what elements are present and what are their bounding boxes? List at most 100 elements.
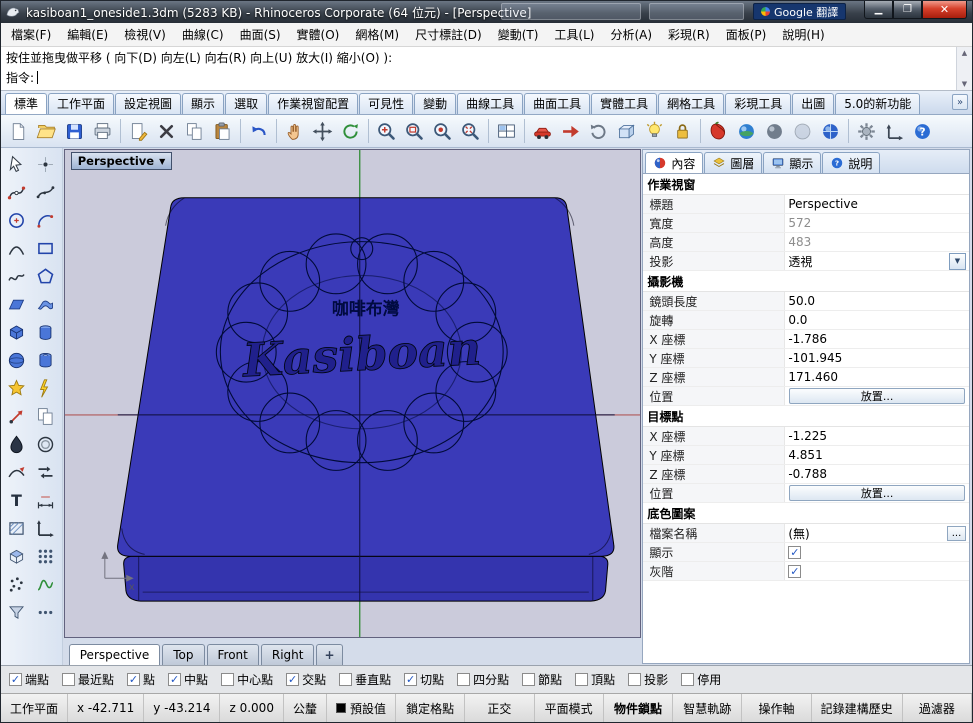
print-button[interactable] <box>89 118 116 145</box>
prop-text-field[interactable]: (無) <box>788 525 945 542</box>
open-file-button[interactable] <box>33 118 60 145</box>
shade-mode-button[interactable] <box>761 118 788 145</box>
polygon-button[interactable] <box>31 262 60 290</box>
dimension-button[interactable] <box>31 486 60 514</box>
rectangle-button[interactable] <box>31 234 60 262</box>
panel-tab-properties[interactable]: 內容 <box>645 152 704 173</box>
circle-center-button[interactable] <box>2 206 31 234</box>
conic-button[interactable] <box>2 234 31 262</box>
menu-item-2[interactable]: 檢視(V) <box>116 24 174 45</box>
menu-item-7[interactable]: 尺寸標註(D) <box>407 24 490 45</box>
select-button[interactable] <box>2 150 31 178</box>
delete-button[interactable] <box>153 118 180 145</box>
text-object-button[interactable]: T <box>2 486 31 514</box>
save-button[interactable] <box>61 118 88 145</box>
status-segment-2[interactable]: y -43.214 <box>144 694 221 722</box>
toolbar-tab-12[interactable]: 彩現工具 <box>725 93 792 114</box>
status-segment-10[interactable]: 智慧軌跡 <box>673 694 743 722</box>
osnap-節點[interactable]: 節點 <box>522 671 562 688</box>
curve-control-points-button[interactable] <box>2 178 31 206</box>
osnap-切點[interactable]: ✓ 切點 <box>404 671 444 688</box>
solid-tube-button[interactable] <box>31 346 60 374</box>
move-view-button[interactable] <box>309 118 336 145</box>
osnap-頂點[interactable]: 頂點 <box>575 671 615 688</box>
arc-center-button[interactable] <box>31 206 60 234</box>
osnap-checkbox[interactable] <box>522 673 536 686</box>
curve-interpolate-button[interactable] <box>31 178 60 206</box>
extract-isocurve-button[interactable] <box>2 458 31 486</box>
prop-text-field[interactable]: Perspective <box>788 197 966 211</box>
single-point-button[interactable] <box>31 150 60 178</box>
menu-item-10[interactable]: 分析(A) <box>602 24 660 45</box>
move-button[interactable] <box>2 402 31 430</box>
command-area[interactable]: 按住並拖曳做平移 ( 向下(D) 向左(L) 向右(R) 向上(U) 放大(I)… <box>1 47 972 91</box>
status-segment-6[interactable]: 鎖定格點 <box>396 694 466 722</box>
osnap-checkbox[interactable]: ✓ <box>9 673 22 686</box>
filter-button[interactable] <box>2 598 31 626</box>
status-segment-11[interactable]: 操作軸 <box>742 694 812 722</box>
osnap-checkbox[interactable] <box>62 673 76 686</box>
options-button[interactable] <box>853 118 880 145</box>
osnap-中點[interactable]: ✓ 中點 <box>168 671 208 688</box>
prop-text-field[interactable]: 171.460 <box>788 370 966 384</box>
set-view-button[interactable] <box>557 118 584 145</box>
panel-tab-display[interactable]: 顯示 <box>763 152 822 173</box>
prop-checkbox[interactable]: ✓ <box>788 564 802 578</box>
menu-item-12[interactable]: 面板(P) <box>718 24 775 45</box>
render-button[interactable] <box>705 118 732 145</box>
render-preview-button[interactable] <box>733 118 760 145</box>
menu-item-8[interactable]: 變動(T) <box>490 24 547 45</box>
menu-item-4[interactable]: 曲面(S) <box>232 24 289 45</box>
toolbar-tab-4[interactable]: 選取 <box>225 93 268 114</box>
fillet-button[interactable] <box>2 374 31 402</box>
explode-button[interactable] <box>31 374 60 402</box>
lock-button[interactable] <box>669 118 696 145</box>
osnap-checkbox[interactable] <box>575 673 589 686</box>
solid-box-button[interactable] <box>2 318 31 346</box>
new-file-button[interactable] <box>5 118 32 145</box>
block-insert-button[interactable] <box>2 542 31 570</box>
toolbar-tab-2[interactable]: 設定視圖 <box>115 93 182 114</box>
viewport-tab-front[interactable]: Front <box>206 644 259 665</box>
pan-button[interactable] <box>281 118 308 145</box>
named-views-button[interactable] <box>529 118 556 145</box>
osnap-checkbox[interactable] <box>221 673 235 686</box>
zoom-dynamic-button[interactable] <box>373 118 400 145</box>
place-button[interactable]: 放置... <box>789 485 965 501</box>
array-button[interactable] <box>31 542 60 570</box>
edit-page-button[interactable] <box>125 118 152 145</box>
new-viewport-tab-button[interactable]: + <box>316 644 343 665</box>
ghosted-mode-button[interactable] <box>789 118 816 145</box>
zoom-selected-button[interactable] <box>429 118 456 145</box>
menu-item-5[interactable]: 實體(O) <box>289 24 348 45</box>
scroll-down-icon[interactable]: ▼ <box>962 80 967 88</box>
prop-text-field[interactable]: 572 <box>788 216 966 230</box>
prop-text-field[interactable]: -1.786 <box>788 332 966 346</box>
copy-button[interactable] <box>31 402 60 430</box>
zoom-extents-button[interactable] <box>457 118 484 145</box>
tab-overflow-button[interactable]: » <box>952 94 968 110</box>
cplane-axes-button[interactable] <box>31 514 60 542</box>
solid-sphere-button[interactable] <box>2 346 31 374</box>
osnap-checkbox[interactable]: ✓ <box>168 673 182 686</box>
panel-tab-layers[interactable]: 圖層 <box>704 152 763 173</box>
menu-item-0[interactable]: 檔案(F) <box>3 24 59 45</box>
status-segment-1[interactable]: x -42.711 <box>68 694 145 722</box>
copy-button[interactable] <box>181 118 208 145</box>
prop-text-field[interactable]: -0.788 <box>788 467 966 481</box>
toolbar-tab-10[interactable]: 實體工具 <box>591 93 658 114</box>
more-tools-button[interactable] <box>31 598 60 626</box>
panel-tab-help[interactable]: ? 說明 <box>822 152 881 173</box>
viewport-tab-top[interactable]: Top <box>162 644 205 665</box>
toolbar-tab-8[interactable]: 曲線工具 <box>457 93 524 114</box>
command-scrollbar[interactable]: ▲ ▼ <box>956 47 972 90</box>
toolbar-tab-0[interactable]: 標準 <box>5 93 48 114</box>
status-segment-4[interactable]: 公釐 <box>284 694 327 722</box>
analyze-curve-button[interactable] <box>31 570 60 598</box>
osnap-checkbox[interactable] <box>681 673 695 686</box>
osnap-checkbox[interactable] <box>339 673 353 686</box>
menu-item-11[interactable]: 彩現(R) <box>660 24 718 45</box>
menu-item-3[interactable]: 曲線(C) <box>174 24 232 45</box>
osnap-checkbox[interactable]: ✓ <box>404 673 418 686</box>
status-segment-9[interactable]: 物件鎖點 <box>604 694 674 722</box>
